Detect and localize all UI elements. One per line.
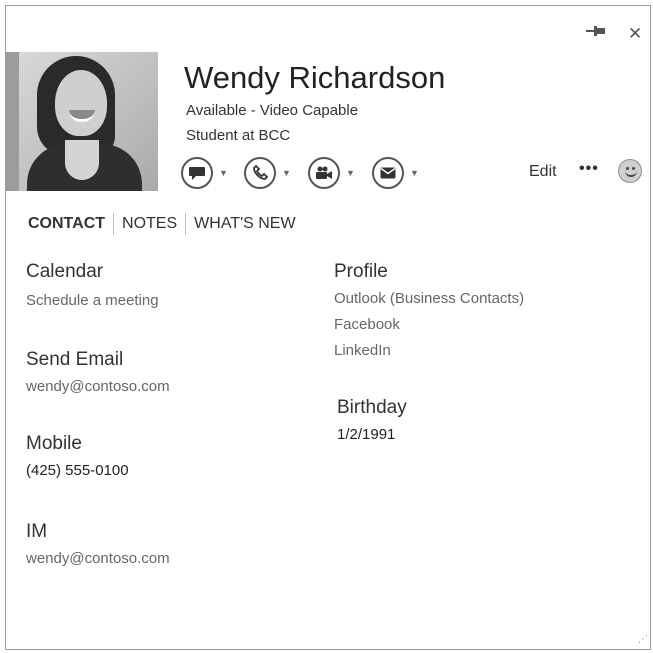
chevron-down-icon[interactable]: ▼ (346, 168, 355, 178)
more-options-button[interactable]: ••• (579, 160, 599, 178)
birthday-label: Birthday (337, 397, 407, 418)
tab-contact[interactable]: CONTACT (28, 214, 113, 234)
envelope-icon (372, 157, 404, 189)
resize-grip-icon[interactable]: ⋰ (638, 634, 648, 645)
profile-link-facebook[interactable]: Facebook (334, 316, 400, 333)
send-email-link[interactable]: wendy@contoso.com (26, 378, 170, 395)
chevron-down-icon[interactable]: ▼ (219, 168, 228, 178)
contact-title: Student at BCC (186, 127, 291, 144)
send-email-label: Send Email (26, 349, 124, 370)
phone-icon (244, 157, 276, 189)
chevron-down-icon[interactable]: ▼ (410, 168, 419, 178)
chat-bubble-icon (181, 157, 213, 189)
tab-bar: CONTACT NOTES WHAT'S NEW (28, 213, 304, 235)
email-button[interactable]: ▼ (372, 157, 419, 189)
tab-whats-new[interactable]: WHAT'S NEW (186, 214, 303, 234)
contact-card: ✕ Wendy Richardson Available - Video Cap… (5, 5, 651, 650)
pin-icon[interactable] (586, 24, 606, 42)
avatar[interactable] (19, 52, 158, 191)
calendar-label: Calendar (26, 261, 104, 282)
contact-name: Wendy Richardson (184, 60, 446, 95)
mobile-label: Mobile (26, 433, 82, 454)
im-label: IM (26, 521, 48, 542)
profile-label: Profile (334, 261, 388, 282)
tab-notes[interactable]: NOTES (114, 214, 185, 234)
video-button[interactable]: ▼ (308, 157, 355, 189)
mobile-number[interactable]: (425) 555-0100 (26, 462, 129, 479)
profile-link-outlook[interactable]: Outlook (Business Contacts) (334, 290, 524, 307)
presence-status: Available - Video Capable (186, 102, 359, 119)
presence-bar (6, 52, 19, 191)
smiley-icon[interactable] (618, 159, 642, 183)
close-icon[interactable]: ✕ (628, 24, 642, 44)
video-camera-icon (308, 157, 340, 189)
chevron-down-icon[interactable]: ▼ (282, 168, 291, 178)
call-button[interactable]: ▼ (244, 157, 291, 189)
profile-link-linkedin[interactable]: LinkedIn (334, 342, 391, 359)
birthday-value: 1/2/1991 (337, 426, 396, 443)
edit-button[interactable]: Edit (529, 163, 557, 181)
im-link[interactable]: wendy@contoso.com (26, 550, 170, 567)
im-button[interactable]: ▼ (181, 157, 228, 189)
schedule-meeting-link[interactable]: Schedule a meeting (26, 292, 159, 309)
